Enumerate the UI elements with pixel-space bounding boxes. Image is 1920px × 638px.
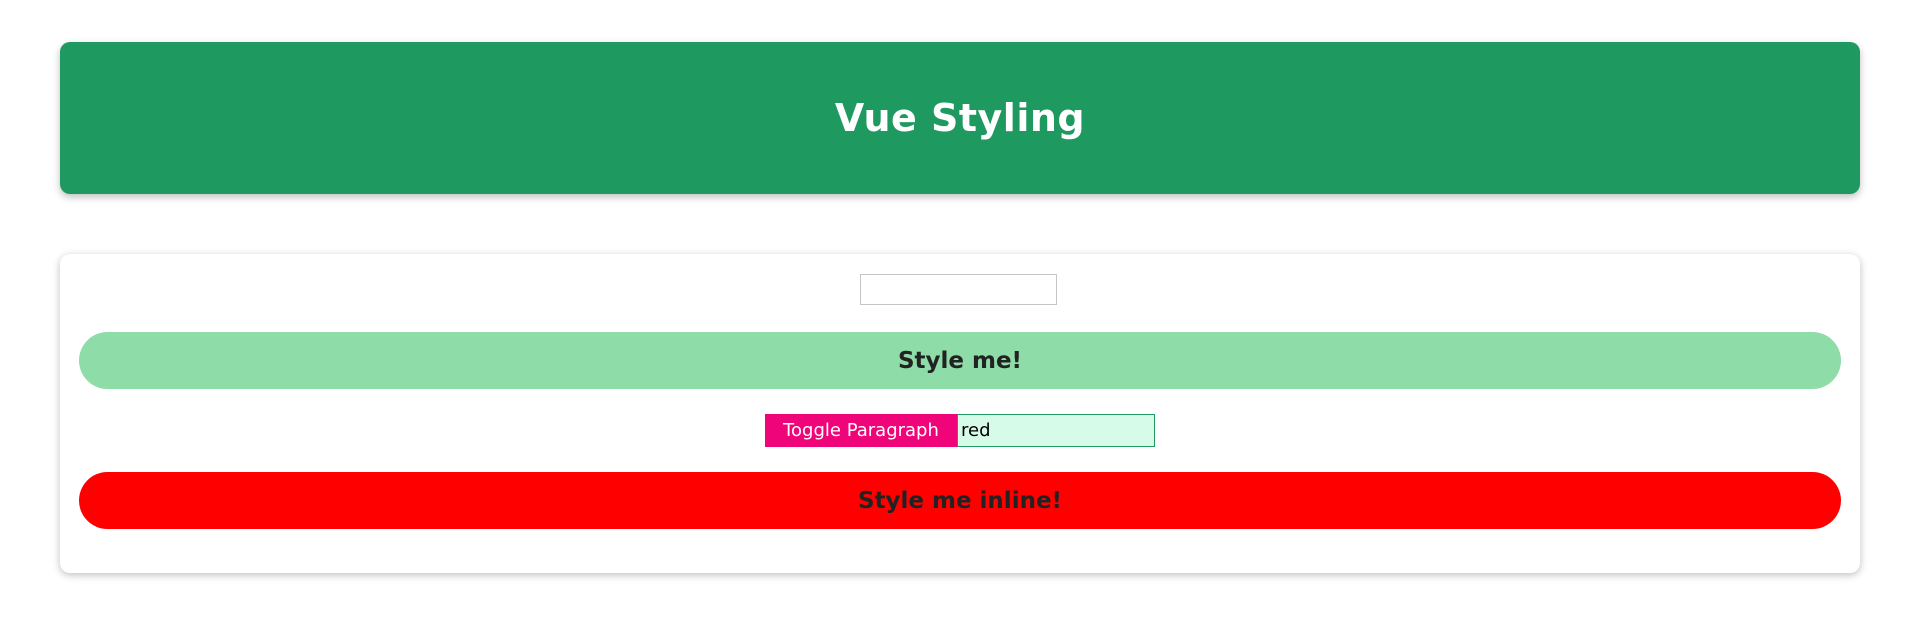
page-title: Vue Styling [834, 96, 1086, 140]
page-header: Vue Styling [60, 42, 1860, 194]
color-input[interactable] [957, 414, 1155, 447]
styled-paragraph: Style me! [79, 332, 1841, 389]
main-card: Style me! Toggle Paragraph Style me inli… [60, 254, 1860, 573]
class-input[interactable] [860, 274, 1057, 305]
inline-styled-paragraph: Style me inline! [79, 472, 1841, 529]
toggle-paragraph-button[interactable]: Toggle Paragraph [765, 414, 957, 447]
toggle-row: Toggle Paragraph [765, 414, 1155, 447]
